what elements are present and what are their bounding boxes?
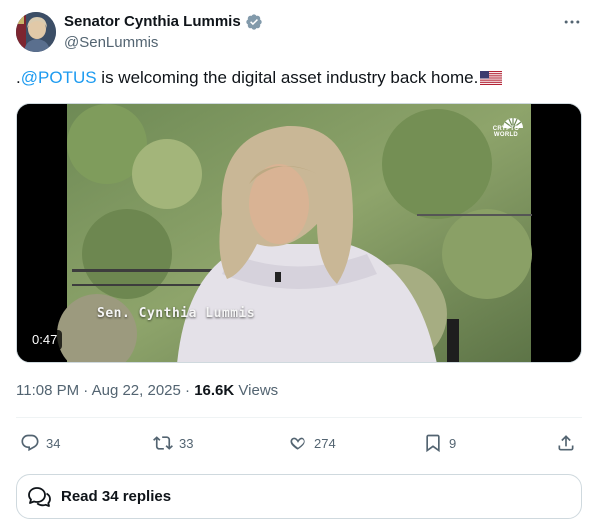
share-icon	[558, 435, 574, 451]
divider-top	[16, 417, 582, 418]
meta-separator: ·	[79, 382, 92, 399]
reply-button[interactable]: 34	[20, 430, 60, 456]
author-handle[interactable]: @SenLummis	[64, 33, 158, 52]
bookmark-button[interactable]: 9	[423, 430, 456, 456]
more-options-button[interactable]	[560, 12, 584, 32]
like-icon	[290, 437, 305, 450]
bookmark-icon	[426, 434, 440, 453]
network-logo: CRYPTO WORLD	[491, 126, 521, 138]
reply-count: 34	[46, 435, 61, 451]
tweet-body: is welcoming the digital asset industry …	[96, 68, 479, 87]
video-duration: 0:47	[27, 330, 63, 350]
bookmark-count: 9	[449, 435, 457, 451]
tweet-meta: 11:08 PM · Aug 22, 2025 · 16.6K Views	[16, 381, 278, 401]
meta-separator-2: ·	[180, 382, 195, 399]
author-name-row[interactable]: Senator Cynthia Lummis	[64, 12, 263, 32]
repost-button[interactable]: 33	[153, 430, 193, 456]
chat-bubbles-icon	[28, 486, 51, 507]
verified-badge-icon[interactable]	[245, 13, 263, 31]
read-replies-button[interactable]: Read 34 replies	[16, 474, 582, 519]
network-logo-text: CRYPTO WORLD	[492, 126, 520, 138]
mention-link[interactable]: @POTUS	[21, 67, 97, 89]
video-frame	[17, 104, 581, 362]
more-icon	[564, 20, 580, 24]
repost-count: 33	[179, 435, 194, 451]
avatar[interactable]	[16, 12, 56, 52]
like-button[interactable]: 274	[288, 430, 336, 456]
views-label: Views	[238, 382, 279, 399]
video-player[interactable]: CRYPTO WORLD Sen. Cynthia Lummis 0:47	[16, 103, 582, 363]
action-bar: 34 33 274 9	[16, 430, 582, 456]
views-count: 16.6K	[194, 382, 235, 399]
us-flag-icon	[480, 71, 503, 85]
avatar-image	[16, 12, 56, 52]
like-count: 274	[314, 435, 336, 451]
repost-icon	[153, 436, 173, 450]
share-button[interactable]	[556, 430, 576, 456]
author-display-name[interactable]: Senator Cynthia Lummis	[64, 12, 241, 32]
video-lower-third: Sen. Cynthia Lummis	[97, 306, 256, 321]
reply-icon	[21, 434, 39, 452]
read-replies-label: Read 34 replies	[61, 488, 172, 505]
tweet-text: . @POTUS is welcoming the digital asset i…	[16, 67, 503, 89]
tweet-date[interactable]: Aug 22, 2025	[92, 382, 181, 399]
tweet-time[interactable]: 11:08 PM	[16, 382, 79, 399]
